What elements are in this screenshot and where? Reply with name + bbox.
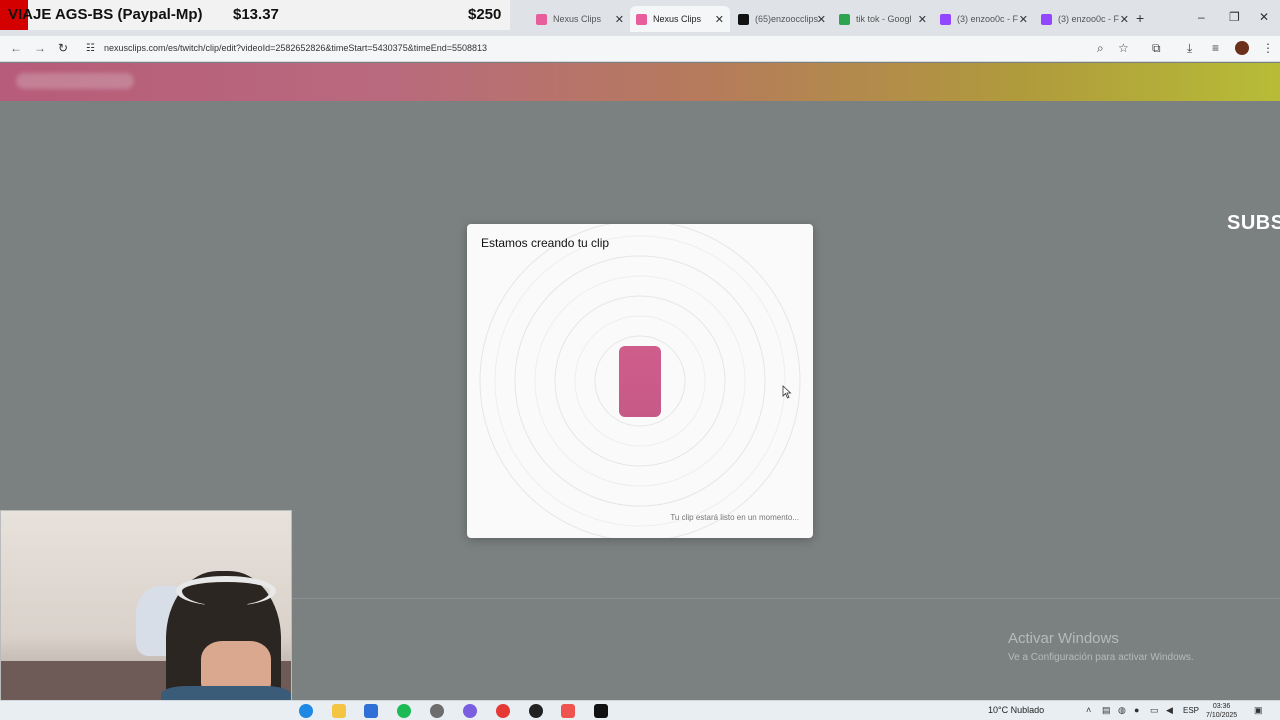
store-app-icon[interactable]: [364, 704, 378, 718]
tray-app-icon[interactable]: ◍: [1118, 705, 1126, 716]
menu-kebab-icon[interactable]: ⋮: [1262, 41, 1274, 55]
site-logo: [16, 73, 134, 89]
bookmark-star-icon[interactable]: ☆: [1118, 41, 1129, 55]
mouse-cursor-icon: [782, 385, 792, 399]
goal-title: VIAJE AGS-BS (Paypal-Mp): [8, 6, 203, 23]
chevron-up-icon[interactable]: ˄: [1086, 705, 1091, 715]
tray-app-icon[interactable]: ▤: [1102, 705, 1111, 716]
nexus-icon: [636, 13, 647, 25]
media-icon[interactable]: ≡: [1212, 41, 1219, 55]
tab-tiktok[interactable]: (65)enzoocclips ✕: [732, 8, 832, 30]
tab-label: tik tok - Googl: [856, 14, 912, 24]
close-icon[interactable]: ✕: [715, 13, 724, 26]
chat-app-icon[interactable]: [463, 704, 477, 718]
close-icon[interactable]: ✕: [1019, 13, 1028, 26]
tab-label: Nexus Clips: [653, 14, 702, 24]
tiktok-icon: [738, 13, 749, 25]
notifications-icon[interactable]: ▣: [1254, 705, 1263, 716]
modal-status-text: Tu clip estará listo en un momento...: [670, 513, 799, 522]
twitch-icon: [940, 13, 951, 25]
edge-app-icon[interactable]: [299, 704, 313, 718]
extensions-icon[interactable]: ⧉: [1152, 41, 1161, 56]
tab-label: (3) enzoo0c - F: [957, 14, 1019, 24]
spotify-app-icon[interactable]: [397, 704, 411, 718]
obs-app-icon[interactable]: [529, 704, 543, 718]
clock-date: 7/10/2025: [1206, 712, 1238, 719]
reload-icon[interactable]: ↻: [58, 41, 68, 55]
language-indicator[interactable]: ESP: [1183, 706, 1199, 715]
window-close-icon[interactable]: ✕: [1259, 10, 1269, 24]
volume-icon[interactable]: ◀: [1166, 705, 1173, 716]
webcam-headphones: [176, 576, 276, 606]
microphone-icon[interactable]: ●: [1134, 705, 1139, 715]
profile-avatar[interactable]: [1235, 41, 1249, 55]
tab-twitch-1[interactable]: (3) enzoo0c - F ✕: [934, 8, 1034, 30]
new-tab-icon[interactable]: +: [1136, 10, 1144, 26]
tab-label: (65)enzoocclips: [755, 14, 819, 24]
goal-current-amount: $13.37: [233, 6, 279, 23]
close-icon[interactable]: ✕: [1120, 13, 1129, 26]
restore-icon[interactable]: ❐: [1229, 10, 1240, 24]
windows-activation-title: Activar Windows: [1008, 630, 1119, 647]
webcam-feed: [0, 510, 292, 720]
chrome-app-icon[interactable]: [496, 704, 510, 718]
settings-app-icon[interactable]: [430, 704, 444, 718]
subs-overlay-text: SUBS: [1227, 212, 1280, 234]
weather-widget[interactable]: 10°C Nublado: [988, 705, 1044, 715]
tab-google-drive[interactable]: tik tok - Googl ✕: [833, 8, 933, 30]
stream-goal-overlay: VIAJE AGS-BS (Paypal-Mp) $13.37 $250: [0, 0, 510, 30]
site-header: [0, 63, 1280, 101]
divider: [290, 598, 1280, 599]
tab-label: (3) enzoo0c - F: [1058, 14, 1120, 24]
tab-label: Nexus Clips: [553, 14, 602, 24]
clock-time: 03:36: [1212, 703, 1231, 710]
url-field[interactable]: nexusclips.com/es/twitch/clip/edit?video…: [104, 43, 487, 53]
back-icon[interactable]: ←: [10, 41, 22, 55]
nexus-icon: [536, 13, 547, 25]
download-icon[interactable]: ⤓: [1187, 41, 1192, 56]
zoom-icon[interactable]: ⌕: [1097, 41, 1104, 56]
goal-target-amount: $250: [468, 6, 502, 23]
tab-twitch-2[interactable]: (3) enzoo0c - F ✕: [1035, 8, 1135, 30]
monitor-icon[interactable]: ▭: [1150, 705, 1159, 716]
google-drive-icon: [839, 13, 850, 25]
windows-taskbar: 10°C Nublado ˄ ▤ ◍ ● ▭ ◀ ESP 03:36 7/10/…: [0, 700, 1280, 720]
twitch-icon: [1041, 13, 1052, 25]
capture-app-icon[interactable]: [561, 704, 575, 718]
forward-icon[interactable]: →: [34, 41, 46, 55]
close-icon[interactable]: ✕: [918, 13, 927, 26]
site-info-icon[interactable]: ☷: [86, 43, 95, 54]
close-icon[interactable]: ✕: [817, 13, 826, 26]
tab-nexus-clips-2[interactable]: Nexus Clips ✕: [630, 6, 730, 32]
address-bar: ← → ↻ ☷ nexusclips.com/es/twitch/clip/ed…: [0, 36, 1280, 62]
windows-activation-subtitle: Ve a Configuración para activar Windows.: [1008, 652, 1194, 663]
tab-nexus-clips-1[interactable]: Nexus Clips ✕: [530, 8, 630, 30]
capcut-app-icon[interactable]: [594, 704, 608, 718]
close-icon[interactable]: ✕: [615, 13, 624, 26]
clip-creating-modal: Estamos creando tu clip Tu clip estará l…: [467, 224, 813, 538]
phone-clip-icon: [619, 346, 661, 417]
minimize-icon[interactable]: –: [1198, 10, 1205, 24]
file-explorer-app-icon[interactable]: [332, 704, 346, 718]
modal-title: Estamos creando tu clip: [481, 236, 610, 250]
clock[interactable]: 03:36 7/10/2025: [1206, 702, 1237, 720]
